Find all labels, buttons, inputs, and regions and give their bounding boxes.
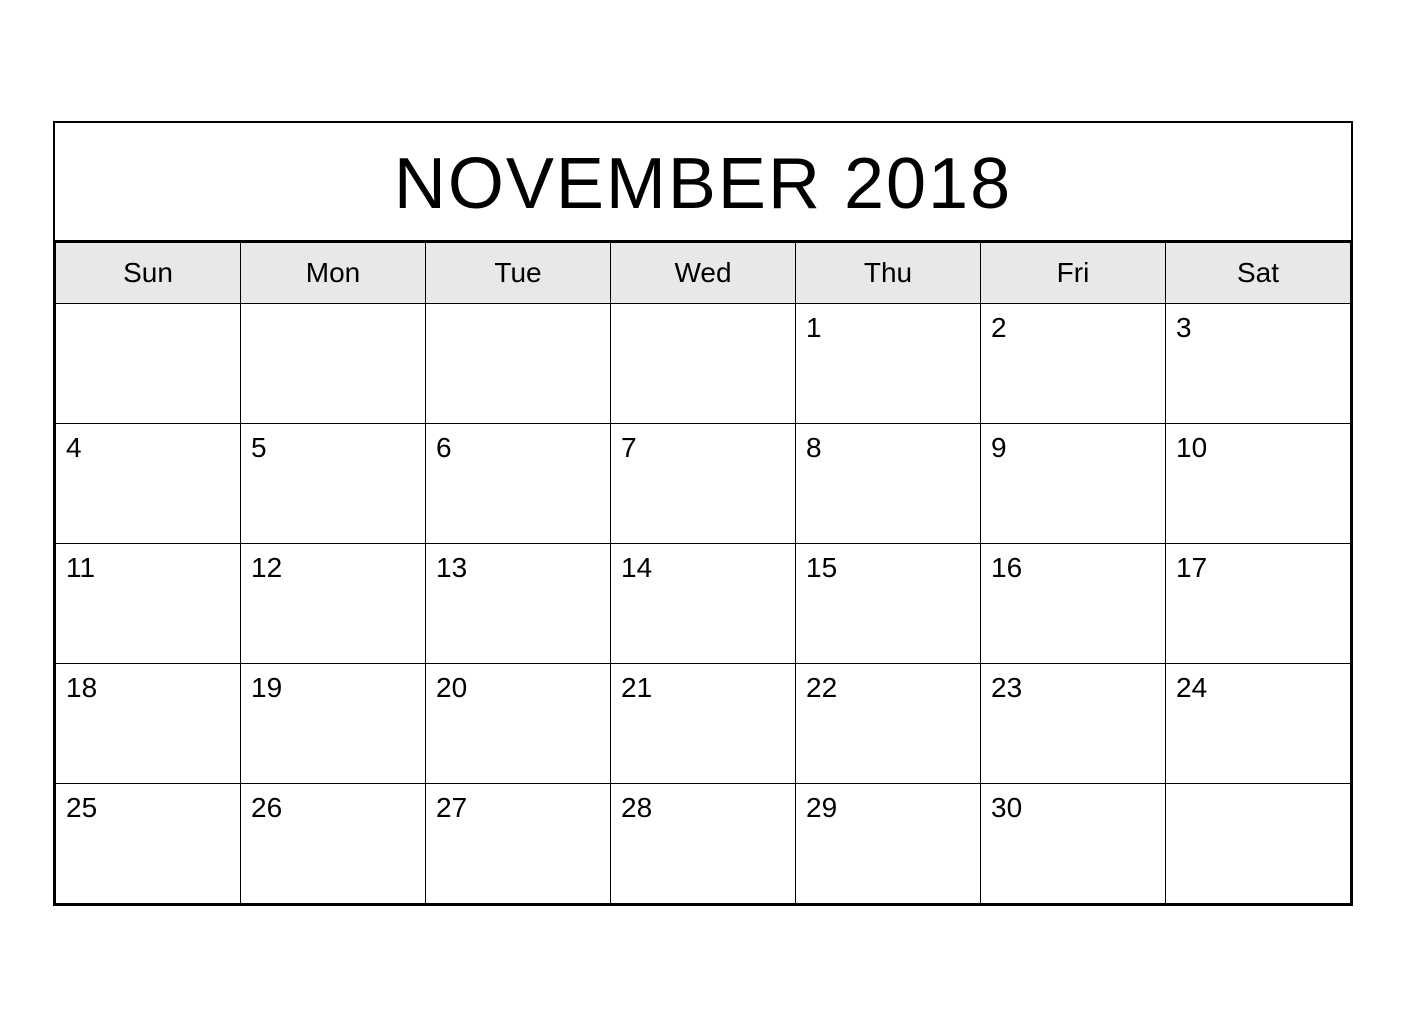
- calendar-cell: 25: [56, 783, 241, 903]
- calendar-cell: 26: [241, 783, 426, 903]
- day-header-fri: Fri: [981, 242, 1166, 303]
- week-row-3: 11121314151617: [56, 543, 1351, 663]
- calendar-cell: 2: [981, 303, 1166, 423]
- calendar-cell: 18: [56, 663, 241, 783]
- calendar-cell: 4: [56, 423, 241, 543]
- week-row-2: 45678910: [56, 423, 1351, 543]
- calendar-header: NOVEMBER 2018: [55, 123, 1351, 242]
- calendar-cell: 23: [981, 663, 1166, 783]
- calendar-cell: 9: [981, 423, 1166, 543]
- day-header-thu: Thu: [796, 242, 981, 303]
- calendar-cell: 20: [426, 663, 611, 783]
- calendar-cell: 28: [611, 783, 796, 903]
- calendar-cell: 8: [796, 423, 981, 543]
- calendar-cell: [1166, 783, 1351, 903]
- calendar-cell: 29: [796, 783, 981, 903]
- calendar-cell: 6: [426, 423, 611, 543]
- day-header-wed: Wed: [611, 242, 796, 303]
- calendar-cell: 12: [241, 543, 426, 663]
- calendar-cell: [611, 303, 796, 423]
- day-header-mon: Mon: [241, 242, 426, 303]
- calendar-cell: 17: [1166, 543, 1351, 663]
- calendar-cell: 27: [426, 783, 611, 903]
- calendar-grid: SunMonTueWedThuFriSat 123456789101112131…: [55, 242, 1351, 904]
- calendar-cell: 10: [1166, 423, 1351, 543]
- calendar-cell: 19: [241, 663, 426, 783]
- calendar: NOVEMBER 2018 SunMonTueWedThuFriSat 1234…: [53, 121, 1353, 906]
- day-headers-row: SunMonTueWedThuFriSat: [56, 242, 1351, 303]
- calendar-cell: 24: [1166, 663, 1351, 783]
- calendar-cell: [56, 303, 241, 423]
- calendar-title: NOVEMBER 2018: [394, 144, 1012, 224]
- day-header-tue: Tue: [426, 242, 611, 303]
- day-header-sat: Sat: [1166, 242, 1351, 303]
- calendar-cell: 16: [981, 543, 1166, 663]
- calendar-cell: 15: [796, 543, 981, 663]
- calendar-cell: 21: [611, 663, 796, 783]
- calendar-cell: 30: [981, 783, 1166, 903]
- calendar-cell: 7: [611, 423, 796, 543]
- calendar-cell: 11: [56, 543, 241, 663]
- week-row-4: 18192021222324: [56, 663, 1351, 783]
- calendar-cell: 5: [241, 423, 426, 543]
- calendar-cell: 13: [426, 543, 611, 663]
- week-row-1: 123: [56, 303, 1351, 423]
- calendar-cell: [241, 303, 426, 423]
- calendar-cell: 3: [1166, 303, 1351, 423]
- calendar-cell: [426, 303, 611, 423]
- calendar-cell: 22: [796, 663, 981, 783]
- calendar-cell: 14: [611, 543, 796, 663]
- week-row-5: 252627282930: [56, 783, 1351, 903]
- day-header-sun: Sun: [56, 242, 241, 303]
- calendar-cell: 1: [796, 303, 981, 423]
